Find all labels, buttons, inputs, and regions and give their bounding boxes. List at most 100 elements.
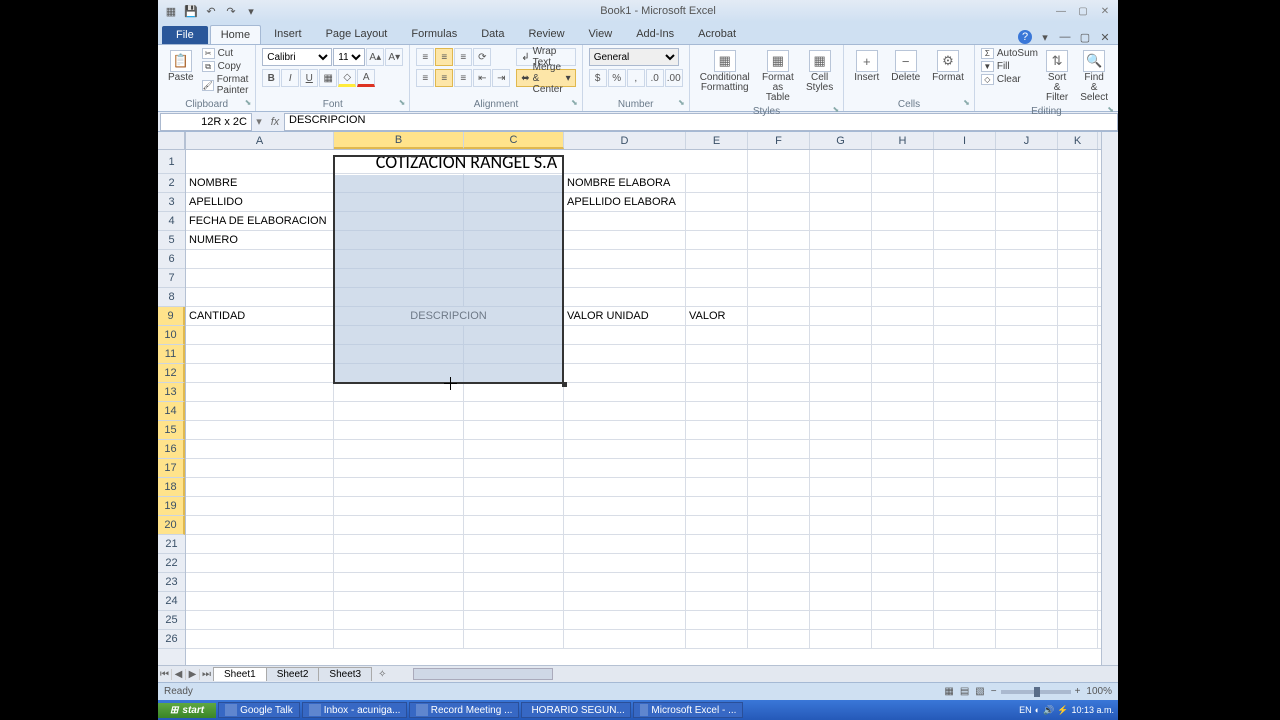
- cell[interactable]: [464, 402, 564, 420]
- row-header[interactable]: 12: [158, 364, 185, 383]
- cell[interactable]: [686, 212, 748, 230]
- row-header[interactable]: 11: [158, 345, 185, 364]
- cell[interactable]: [872, 459, 934, 477]
- cell[interactable]: [186, 592, 334, 610]
- cell[interactable]: [686, 231, 748, 249]
- cell[interactable]: [1058, 307, 1098, 325]
- cell[interactable]: [934, 611, 996, 629]
- cell[interactable]: [186, 345, 334, 363]
- cell[interactable]: [464, 231, 564, 249]
- cell[interactable]: [186, 364, 334, 382]
- tab-view[interactable]: View: [578, 24, 624, 44]
- cell[interactable]: [748, 150, 810, 173]
- cell[interactable]: [810, 554, 872, 572]
- cell[interactable]: COTIZACION RANGEL S.A: [186, 150, 748, 173]
- column-header[interactable]: B: [334, 132, 464, 149]
- font-size-select[interactable]: 11: [333, 48, 365, 66]
- tray-icon[interactable]: ⚡: [1057, 705, 1068, 716]
- cell[interactable]: [564, 554, 686, 572]
- cell[interactable]: [996, 440, 1058, 458]
- cell[interactable]: NUMERO: [186, 231, 334, 249]
- cell[interactable]: [686, 459, 748, 477]
- cell[interactable]: [996, 250, 1058, 268]
- cell[interactable]: [464, 516, 564, 534]
- cell[interactable]: [186, 326, 334, 344]
- cell[interactable]: [1058, 554, 1098, 572]
- autosum-button[interactable]: ΣAutoSum: [981, 48, 1038, 59]
- row-header[interactable]: 18: [158, 478, 185, 497]
- row-header[interactable]: 16: [158, 440, 185, 459]
- close-icon[interactable]: ✕: [1096, 4, 1114, 18]
- align-left-icon[interactable]: ≡: [416, 69, 434, 87]
- cell[interactable]: [464, 573, 564, 591]
- cell[interactable]: [810, 383, 872, 401]
- redo-icon[interactable]: ↷: [224, 4, 238, 18]
- cell[interactable]: [686, 250, 748, 268]
- cell[interactable]: [1058, 478, 1098, 496]
- cell[interactable]: [996, 573, 1058, 591]
- cell[interactable]: [810, 345, 872, 363]
- underline-button[interactable]: U: [300, 69, 318, 87]
- tab-addins[interactable]: Add-Ins: [625, 24, 685, 44]
- cell[interactable]: [810, 478, 872, 496]
- cell[interactable]: [996, 421, 1058, 439]
- cell[interactable]: [564, 592, 686, 610]
- font-name-select[interactable]: Calibri: [262, 48, 332, 66]
- row-header[interactable]: 13: [158, 383, 185, 402]
- cell[interactable]: [934, 478, 996, 496]
- cell[interactable]: NOMBRE ELABORA: [564, 174, 686, 192]
- row-header[interactable]: 14: [158, 402, 185, 421]
- cell[interactable]: [872, 554, 934, 572]
- cell[interactable]: [564, 345, 686, 363]
- cell[interactable]: [996, 364, 1058, 382]
- cell[interactable]: [686, 402, 748, 420]
- cell[interactable]: [810, 288, 872, 306]
- cell[interactable]: [686, 630, 748, 648]
- cell[interactable]: [934, 592, 996, 610]
- cell[interactable]: [464, 174, 564, 192]
- italic-button[interactable]: I: [281, 69, 299, 87]
- cell[interactable]: [996, 630, 1058, 648]
- row-header[interactable]: 7: [158, 269, 185, 288]
- cell[interactable]: [186, 554, 334, 572]
- cell[interactable]: [564, 269, 686, 287]
- cell[interactable]: [934, 459, 996, 477]
- qat-dropdown-icon[interactable]: ▾: [244, 4, 258, 18]
- minimize-ribbon-icon[interactable]: ▾: [1038, 30, 1052, 44]
- fill-button[interactable]: ▼Fill: [981, 61, 1038, 72]
- cell[interactable]: [686, 535, 748, 553]
- cell[interactable]: [464, 497, 564, 515]
- cell[interactable]: [996, 307, 1058, 325]
- row-header[interactable]: 9: [158, 307, 185, 326]
- column-header[interactable]: I: [934, 132, 996, 149]
- cell[interactable]: [1058, 516, 1098, 534]
- cell[interactable]: APELLIDO ELABORA: [564, 193, 686, 211]
- cell[interactable]: [934, 497, 996, 515]
- cell[interactable]: [564, 459, 686, 477]
- cell[interactable]: [748, 440, 810, 458]
- taskbar-button[interactable]: Microsoft Excel - ...: [633, 702, 743, 718]
- cell[interactable]: [564, 440, 686, 458]
- cell[interactable]: [810, 269, 872, 287]
- cell[interactable]: [464, 193, 564, 211]
- workbook-restore-icon[interactable]: ▢: [1078, 30, 1092, 44]
- column-header[interactable]: E: [686, 132, 748, 149]
- cell[interactable]: [748, 402, 810, 420]
- cell[interactable]: [686, 364, 748, 382]
- namebox-dropdown-icon[interactable]: ▾: [252, 115, 266, 128]
- align-center-icon[interactable]: ≡: [435, 69, 453, 87]
- cell[interactable]: [1058, 497, 1098, 515]
- cell[interactable]: [464, 345, 564, 363]
- cell[interactable]: [996, 459, 1058, 477]
- cell[interactable]: [872, 497, 934, 515]
- cell[interactable]: [748, 307, 810, 325]
- cell[interactable]: [748, 345, 810, 363]
- cell[interactable]: NOMBRE: [186, 174, 334, 192]
- cell[interactable]: [810, 307, 872, 325]
- cell[interactable]: VALOR UNIDAD: [564, 307, 686, 325]
- cell[interactable]: [996, 269, 1058, 287]
- cell[interactable]: [1058, 383, 1098, 401]
- cell[interactable]: [334, 250, 464, 268]
- cell[interactable]: [186, 516, 334, 534]
- percent-icon[interactable]: %: [608, 69, 626, 87]
